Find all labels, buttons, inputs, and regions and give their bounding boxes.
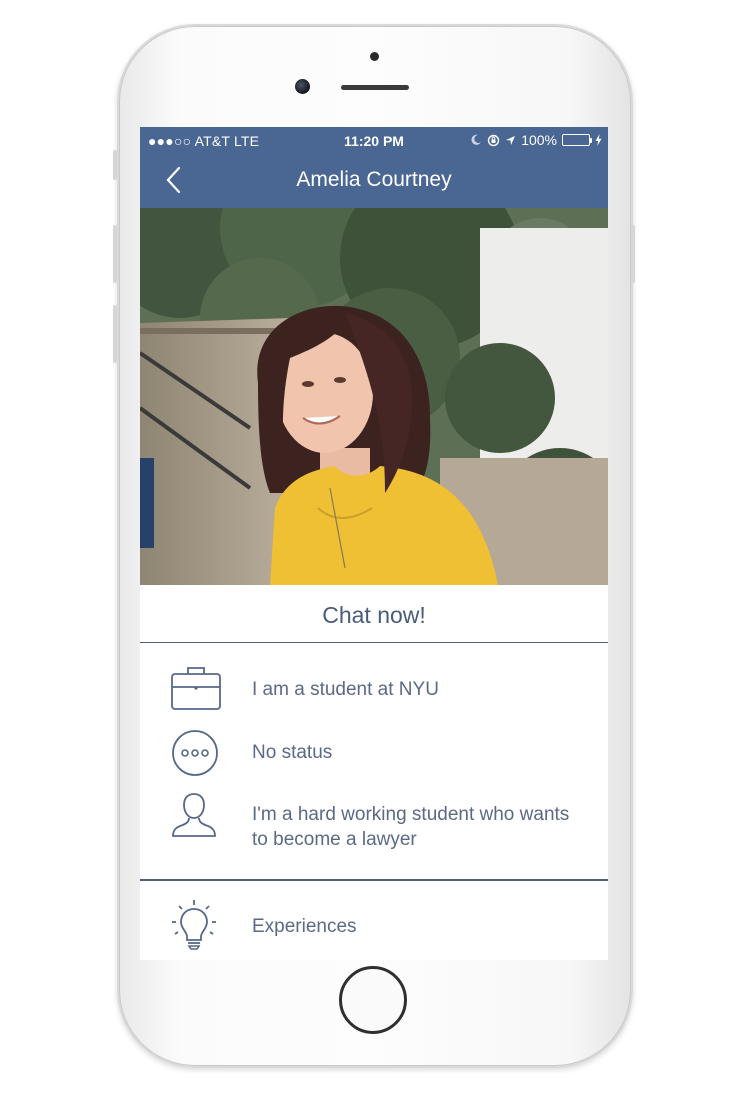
battery-percent: 100% xyxy=(521,132,557,148)
ellipsis-circle-icon xyxy=(172,730,218,776)
lightbulb-icon xyxy=(172,900,216,950)
moon-icon xyxy=(471,134,482,145)
app-screen: ●●●○○ AT&T LTE 11:20 PM 100% Amelia Cour… xyxy=(140,127,608,960)
front-camera xyxy=(295,79,310,94)
experiences-label: Experiences xyxy=(252,916,357,937)
earpiece-speaker xyxy=(341,85,409,90)
orientation-lock-icon xyxy=(487,134,500,146)
bio-text: I'm a hard working student who wants to … xyxy=(252,802,569,852)
status-text: No status xyxy=(252,742,333,763)
profile-photo-image xyxy=(140,208,608,585)
battery-icon xyxy=(562,134,592,146)
page-title: Amelia Courtney xyxy=(296,168,452,191)
home-button[interactable] xyxy=(339,966,407,1034)
location-arrow-icon xyxy=(506,135,516,145)
charging-bolt-icon xyxy=(595,134,602,146)
mute-switch xyxy=(113,150,117,180)
bio-line-2: to become a lawyer xyxy=(252,829,417,850)
profile-photo xyxy=(140,208,608,585)
volume-up-button xyxy=(113,225,117,283)
bio-line-1: I'm a hard working student who wants xyxy=(252,804,570,825)
briefcase-icon xyxy=(171,667,221,710)
status-right: 100% xyxy=(470,132,602,148)
power-button xyxy=(631,225,635,283)
occupation-text: I am a student at NYU xyxy=(252,679,439,700)
chat-now-button[interactable]: Chat now! xyxy=(140,585,608,643)
status-bar: ●●●○○ AT&T LTE 11:20 PM 100% xyxy=(140,127,608,154)
proximity-sensor xyxy=(370,52,379,61)
navigation-bar: Amelia Courtney xyxy=(140,154,608,208)
volume-down-button xyxy=(113,305,117,363)
person-icon xyxy=(172,793,216,837)
section-divider xyxy=(140,879,608,881)
